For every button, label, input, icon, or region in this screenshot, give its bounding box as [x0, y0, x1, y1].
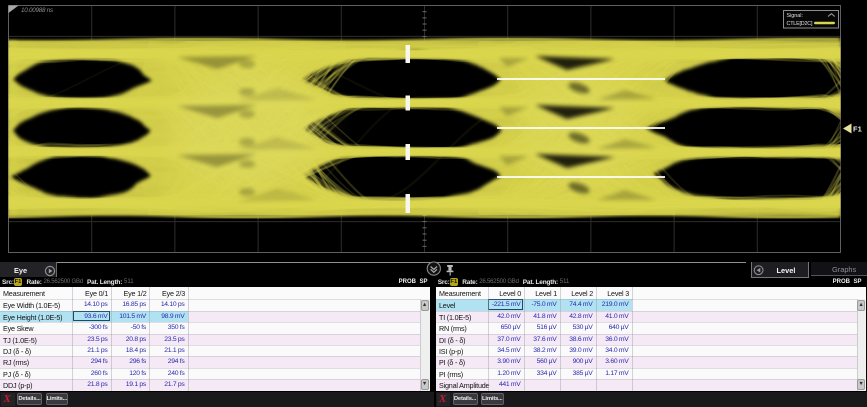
svg-text:F1: F1 [853, 125, 862, 134]
svg-text:CTLE[D2C]: CTLE[D2C] [787, 21, 813, 27]
svg-text:10.00988 ns: 10.00988 ns [21, 7, 53, 14]
svg-text:Signal:: Signal: [787, 13, 803, 19]
